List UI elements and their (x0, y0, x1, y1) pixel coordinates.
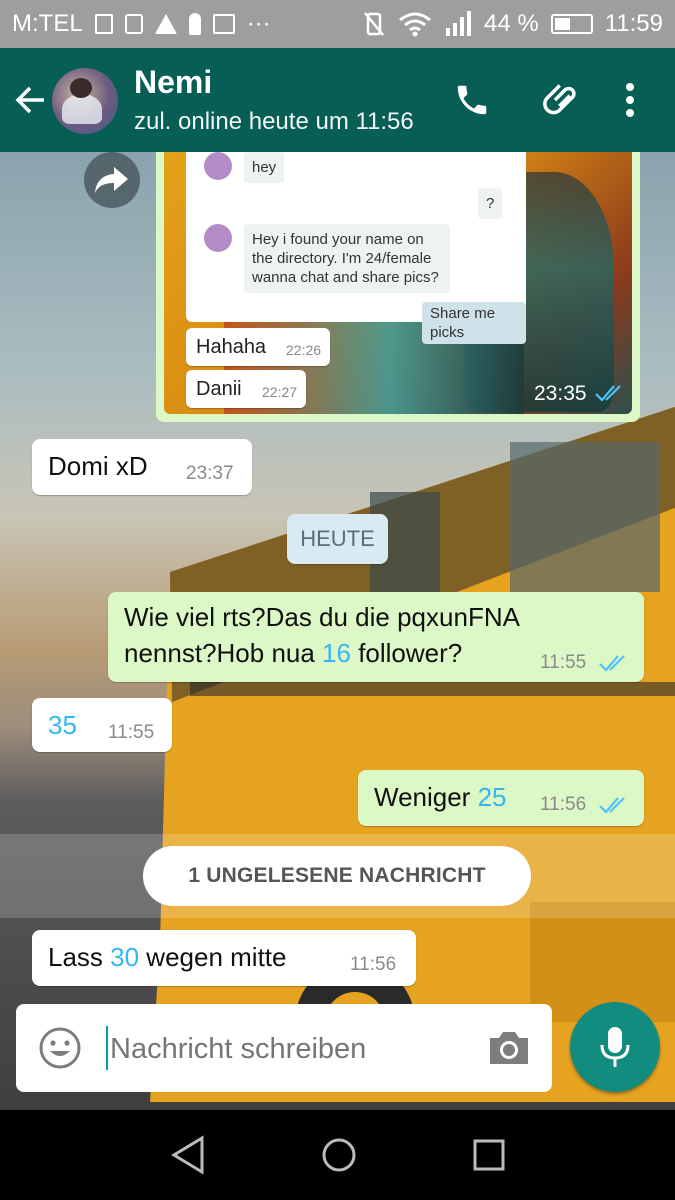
nav-back-icon[interactable] (166, 1132, 212, 1178)
avatar[interactable] (52, 68, 118, 134)
embedded-avatar (204, 224, 232, 252)
incoming-message[interactable]: Lass 30 wegen mitte 11:56 (32, 930, 416, 986)
facebook-icon (124, 14, 143, 34)
signal-icon (446, 11, 472, 36)
message-text-line-2: nennst?Hob nua 16 follower? (124, 638, 462, 669)
embedded-message: Hey i found your name on the directory. … (244, 224, 450, 293)
message-time: 11:56 (350, 954, 397, 975)
outgoing-message[interactable]: Weniger 25 11:56 (358, 770, 644, 826)
status-bar: M:TEL ··· 44 % 11:59 (0, 0, 675, 48)
back-arrow-icon[interactable] (14, 83, 48, 117)
sim-card-icon (94, 14, 113, 34)
contact-name[interactable]: Nemi (134, 64, 212, 101)
battery-icon (550, 14, 593, 34)
gallery-icon (212, 14, 235, 34)
mic-icon (600, 1027, 630, 1067)
status-left: M:TEL ··· (12, 0, 271, 48)
camera-icon[interactable] (486, 1028, 532, 1068)
message-time: 11:55 (540, 652, 587, 673)
unread-messages-banner: 1 UNGELESENE NACHRICHT (143, 846, 531, 906)
battery-percent: 44 % (484, 10, 539, 37)
system-navigation-bar (0, 1110, 675, 1200)
message-number[interactable]: 25 (478, 782, 507, 812)
vibrate-icon (364, 12, 384, 36)
embedded-message: hey (244, 152, 285, 183)
chat-header: Nemi zul. online heute um 11:56 (0, 48, 675, 152)
message-time: 23:35 (534, 382, 587, 405)
message-text: follower? (350, 638, 463, 668)
chat-area[interactable]: hey ? Hey i found your name on the direc… (0, 152, 675, 1110)
attach-button[interactable] (540, 78, 584, 122)
message-number[interactable]: 35 (48, 710, 77, 741)
message-input[interactable] (108, 1024, 472, 1074)
keyhole-icon (188, 13, 201, 35)
message-text: Domi xD (48, 451, 148, 481)
carrier-label: M:TEL (12, 10, 83, 37)
message-text: Lass 30 wegen mitte (48, 942, 287, 972)
warning-icon (154, 14, 177, 34)
message-time: 11:55 (108, 722, 155, 743)
nav-home-icon[interactable] (316, 1132, 362, 1178)
call-button[interactable] (450, 78, 494, 122)
last-seen-status: zul. online heute um 11:56 (134, 108, 414, 135)
nav-recents-icon[interactable] (466, 1132, 512, 1178)
message-number[interactable]: 16 (322, 638, 351, 668)
clock: 11:59 (604, 10, 663, 37)
menu-button[interactable] (608, 78, 652, 122)
message-composer[interactable] (16, 1004, 552, 1092)
read-ticks-icon (599, 797, 625, 814)
message-text: Weniger 25 (374, 782, 507, 812)
embedded-message: ? (478, 188, 503, 219)
more-vert-icon (626, 83, 634, 117)
message-time: 23:37 (186, 463, 234, 484)
read-ticks-icon (595, 385, 621, 402)
attach-icon (543, 84, 576, 115)
incoming-message[interactable]: 35 11:55 (32, 698, 172, 752)
wifi-icon (399, 12, 431, 37)
message-text-line-1: Wie viel rts?Das du die pqxunFNA (124, 602, 520, 632)
embedded-reply: Hahaha 22:26 (186, 328, 330, 366)
phone-icon (457, 85, 487, 115)
voice-message-button[interactable] (570, 1002, 660, 1092)
embedded-message: Share me picks (422, 302, 526, 344)
embedded-avatar (204, 152, 232, 180)
embedded-reply: Danii 22:27 (186, 370, 306, 408)
forwarded-image-message[interactable]: hey ? Hey i found your name on the direc… (156, 152, 640, 422)
date-divider: HEUTE (287, 514, 388, 564)
message-number[interactable]: 30 (110, 942, 139, 972)
message-text: nennst?Hob nua (124, 638, 323, 668)
emoji-icon[interactable] (38, 1026, 82, 1070)
read-ticks-icon (599, 655, 625, 672)
screenshot-image[interactable]: hey ? Hey i found your name on the direc… (164, 152, 632, 414)
forward-button[interactable] (84, 152, 140, 208)
forward-icon (95, 167, 128, 193)
message-time: 11:56 (540, 794, 587, 815)
embedded-chat-screenshot: hey ? Hey i found your name on the direc… (186, 152, 526, 344)
incoming-message[interactable]: Domi xD 23:37 (32, 439, 252, 495)
status-right: 44 % 11:59 (362, 0, 663, 48)
more-notifications-icon: ··· (246, 10, 271, 37)
outgoing-message[interactable]: Wie viel rts?Das du die pqxunFNA nennst?… (108, 592, 644, 682)
